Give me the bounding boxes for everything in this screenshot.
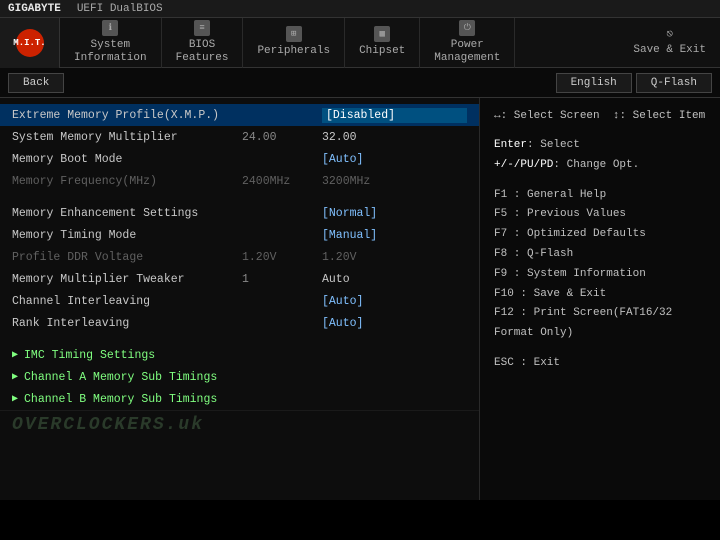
bios-sub-label: UEFI DualBIOS (77, 3, 163, 15)
xmp-val-right: [Disabled] (322, 108, 467, 123)
chipset-icon: ▦ (374, 26, 390, 42)
nav-system-information[interactable]: ℹ SystemInformation (60, 18, 162, 68)
setting-mem-multiplier[interactable]: System Memory Multiplier 24.00 32.00 (0, 126, 479, 148)
watermark-text: OVERCLOCKERS.uk (12, 415, 204, 435)
nav-hint: ↔: Select Screen ↕: Select Item (494, 110, 706, 122)
right-panel: ↔: Select Screen ↕: Select Item Enter: S… (480, 98, 720, 500)
submenu-imc-timing[interactable]: ▶ IMC Timing Settings (0, 344, 479, 366)
mem-freq-val-left: 2400MHz (242, 175, 322, 188)
timing-mode-val-right: [Manual] (322, 229, 467, 242)
help-f7: F7 : Optimized Defaults (494, 225, 706, 245)
action-bar: Back English Q-Flash (0, 68, 720, 98)
peripherals-icon: ⊞ (286, 26, 302, 42)
nav-system-info-label: SystemInformation (74, 39, 147, 65)
mem-enhance-name: Memory Enhancement Settings (12, 207, 242, 220)
submenu-ch-b-arrow: ▶ (12, 393, 18, 405)
back-button[interactable]: Back (8, 73, 64, 93)
nav-peripherals[interactable]: ⊞ Peripherals (243, 18, 345, 68)
ch-interleave-val-right: [Auto] (322, 295, 467, 308)
main-content: Extreme Memory Profile(X.M.P.) [Disabled… (0, 98, 720, 500)
bios-features-icon: ≡ (194, 20, 210, 36)
help-enter: Enter: Select (494, 136, 706, 156)
ddr-voltage-val-right: 1.20V (322, 251, 467, 264)
nav-peripherals-label: Peripherals (257, 45, 330, 58)
rank-interleave-val-right: [Auto] (322, 317, 467, 330)
setting-ddr-voltage[interactable]: Profile DDR Voltage 1.20V 1.20V (0, 246, 479, 268)
mem-enhance-val-right: [Normal] (322, 207, 467, 220)
nav-save-exit[interactable]: ⎋ Save & Exit (619, 18, 720, 68)
nav-save-exit-label: Save & Exit (633, 44, 706, 57)
power-icon: ⏻ (459, 20, 475, 36)
mit-label: M.I.T. (13, 38, 45, 48)
xmp-name: Extreme Memory Profile(X.M.P.) (12, 109, 242, 122)
boot-mode-val-right: [Auto] (322, 153, 467, 166)
nav-bios-features[interactable]: ≡ BIOSFeatures (162, 18, 244, 68)
left-panel: Extreme Memory Profile(X.M.P.) [Disabled… (0, 98, 480, 500)
help-f1: F1 : General Help (494, 186, 706, 206)
mult-tweaker-val-right: Auto (322, 273, 467, 286)
mult-tweaker-val-left: 1 (242, 273, 322, 286)
setting-xmp[interactable]: Extreme Memory Profile(X.M.P.) [Disabled… (0, 104, 479, 126)
setting-ch-interleave[interactable]: Channel Interleaving [Auto] (0, 290, 479, 312)
top-bar: GIGABYTE UEFI DualBIOS (0, 0, 720, 18)
language-button[interactable]: English (556, 73, 632, 93)
setting-mem-enhance[interactable]: Memory Enhancement Settings [Normal] (0, 202, 479, 224)
brand-label: GIGABYTE (8, 3, 61, 15)
nav-power-management[interactable]: ⏻ PowerManagement (420, 18, 515, 68)
submenu-ch-b[interactable]: ▶ Channel B Memory Sub Timings (0, 388, 479, 410)
help-f12: F12 : Print Screen(FAT16/32 Format Only) (494, 304, 706, 344)
setting-mult-tweaker[interactable]: Memory Multiplier Tweaker 1 Auto (0, 268, 479, 290)
help-change: +/-/PU/PD: Change Opt. (494, 156, 706, 176)
submenu-imc-label: IMC Timing Settings (24, 349, 155, 362)
mit-button[interactable]: M.I.T. (0, 18, 60, 68)
rank-interleave-name: Rank Interleaving (12, 317, 242, 330)
mem-freq-name: Memory Frequency(MHz) (12, 175, 242, 188)
setting-timing-mode[interactable]: Memory Timing Mode [Manual] (0, 224, 479, 246)
nav-bar: M.I.T. ℹ SystemInformation ≡ BIOSFeature… (0, 18, 720, 68)
mem-mult-val-left: 24.00 (242, 131, 322, 144)
timing-mode-name: Memory Timing Mode (12, 229, 242, 242)
nav-power-label: PowerManagement (434, 39, 500, 65)
watermark: OVERCLOCKERS.uk (0, 410, 479, 438)
mult-tweaker-name: Memory Multiplier Tweaker (12, 273, 242, 286)
system-info-icon: ℹ (102, 20, 118, 36)
help-esc: ESC : Exit (494, 354, 706, 374)
help-f9: F9 : System Information (494, 265, 706, 285)
ch-interleave-name: Channel Interleaving (12, 295, 242, 308)
ddr-voltage-val-left: 1.20V (242, 251, 322, 264)
mem-mult-val-right: 32.00 (322, 131, 467, 144)
qflash-button[interactable]: Q-Flash (636, 73, 712, 93)
boot-mode-name: Memory Boot Mode (12, 153, 242, 166)
submenu-ch-a-arrow: ▶ (12, 371, 18, 383)
help-f10: F10 : Save & Exit (494, 285, 706, 305)
help-f8: F8 : Q-Flash (494, 245, 706, 265)
setting-mem-freq[interactable]: Memory Frequency(MHz) 2400MHz 3200MHz (0, 170, 479, 192)
nav-chipset-label: Chipset (359, 45, 405, 58)
nav-chipset[interactable]: ▦ Chipset (345, 18, 420, 68)
mit-circle: M.I.T. (16, 29, 44, 57)
submenu-ch-b-label: Channel B Memory Sub Timings (24, 393, 217, 406)
setting-boot-mode[interactable]: Memory Boot Mode [Auto] (0, 148, 479, 170)
nav-bios-features-label: BIOSFeatures (176, 39, 229, 65)
submenu-ch-a-label: Channel A Memory Sub Timings (24, 371, 217, 384)
submenu-imc-arrow: ▶ (12, 349, 18, 361)
save-exit-icon: ⎋ (666, 27, 673, 41)
help-f5: F5 : Previous Values (494, 205, 706, 225)
mem-freq-val-right: 3200MHz (322, 175, 467, 188)
setting-rank-interleave[interactable]: Rank Interleaving [Auto] (0, 312, 479, 334)
mem-mult-name: System Memory Multiplier (12, 131, 242, 144)
submenu-ch-a[interactable]: ▶ Channel A Memory Sub Timings (0, 366, 479, 388)
ddr-voltage-name: Profile DDR Voltage (12, 251, 242, 264)
